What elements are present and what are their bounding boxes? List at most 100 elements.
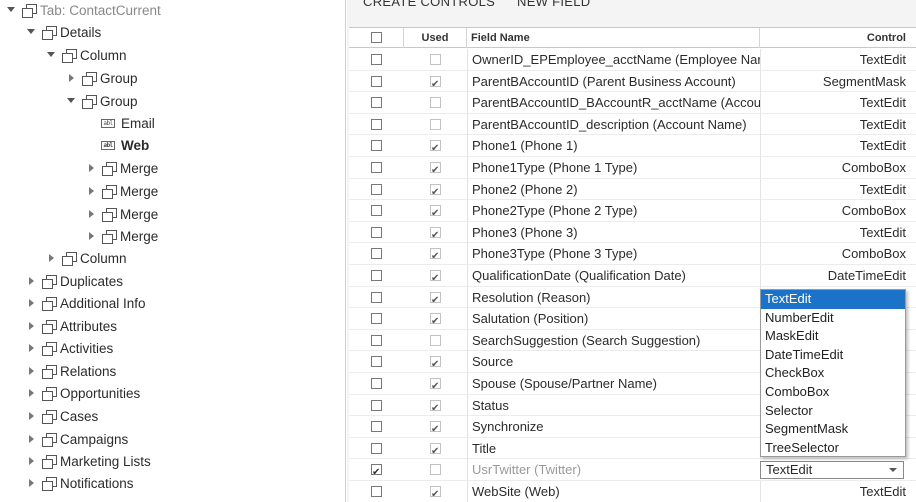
table-row[interactable]: Phone2 (Phone 2)TextEdit (349, 178, 916, 201)
caret-right-icon[interactable] (26, 366, 36, 376)
select-all-checkbox[interactable] (371, 32, 382, 43)
caret-right-icon[interactable] (26, 411, 36, 421)
row-select-checkbox[interactable] (371, 118, 382, 130)
row-select-checkbox[interactable] (371, 248, 382, 260)
tree-node[interactable]: Notifications (26, 473, 134, 493)
table-row[interactable]: ParentBAccountID_description (Account Na… (349, 113, 916, 136)
control-cell[interactable]: ComboBox (760, 243, 916, 265)
tree-node[interactable]: Additional Info (26, 293, 146, 313)
caret-right-icon[interactable] (26, 343, 36, 353)
row-select-checkbox[interactable] (371, 334, 382, 346)
dropdown-option[interactable]: SegmentMask (761, 420, 905, 439)
dropdown-option[interactable]: TreeSelector (761, 439, 905, 458)
tree-node[interactable]: Merge (86, 181, 158, 201)
row-select-checkbox[interactable] (371, 140, 382, 152)
control-cell[interactable]: TextEdit (760, 481, 916, 502)
row-select-checkbox[interactable] (371, 462, 382, 480)
control-cell[interactable]: ComboBox (760, 200, 916, 222)
table-row[interactable]: ParentBAccountID (Parent Business Accoun… (349, 70, 916, 93)
dropdown-option[interactable]: ComboBox (761, 383, 905, 402)
dropdown-option[interactable]: DateTimeEdit (761, 346, 905, 365)
dropdown-option[interactable]: TextEdit (761, 290, 905, 309)
tree-node[interactable]: Group (66, 91, 138, 111)
tree-node[interactable]: Cases (26, 406, 98, 426)
row-select-checkbox[interactable] (371, 162, 382, 173)
caret-right-icon[interactable] (86, 163, 96, 173)
caret-right-icon[interactable] (66, 73, 76, 83)
tree-node[interactable]: Campaigns (26, 429, 128, 449)
control-cell[interactable]: TextEdit (760, 135, 916, 157)
table-row[interactable]: Phone1Type (Phone 1 Type)ComboBox (349, 157, 916, 179)
control-cell[interactable]: TextEdit (760, 92, 916, 114)
control-cell[interactable]: ComboBox (760, 157, 916, 178)
tree-node[interactable]: Merge (86, 204, 158, 224)
row-select-checkbox[interactable] (371, 399, 382, 411)
table-row[interactable]: QualificationDate (Qualification Date)Da… (349, 265, 916, 287)
caret-right-icon[interactable] (86, 186, 96, 196)
table-row[interactable]: Phone3Type (Phone 3 Type)ComboBox (349, 243, 916, 265)
row-select-checkbox[interactable] (371, 378, 382, 389)
caret-right-icon[interactable] (26, 298, 36, 308)
control-cell[interactable]: SegmentMask (760, 70, 916, 92)
table-row[interactable]: Phone2Type (Phone 2 Type)ComboBox (349, 200, 916, 222)
row-select-checkbox[interactable] (371, 421, 382, 433)
dropdown-option[interactable]: MaskEdit (761, 327, 905, 346)
row-select-checkbox[interactable] (371, 54, 382, 65)
tree-node[interactable]: Column (46, 248, 127, 268)
tree-node[interactable]: abl Web (85, 135, 149, 155)
row-select-checkbox[interactable] (371, 226, 382, 238)
tree-node[interactable]: Relations (26, 361, 116, 381)
table-row[interactable]: WebSite (Web)TextEdit (349, 481, 916, 502)
row-select-checkbox[interactable] (371, 442, 382, 454)
caret-right-icon[interactable] (26, 321, 36, 331)
row-select-checkbox[interactable] (371, 356, 382, 368)
tree-node[interactable]: Merge (86, 226, 158, 246)
caret-right-icon[interactable] (26, 388, 36, 398)
tree-node[interactable]: Opportunities (26, 383, 140, 403)
caret-down-icon[interactable] (46, 50, 56, 60)
tree-node[interactable]: Details (26, 22, 101, 42)
table-row[interactable]: UsrTwitter (Twitter) TextEdit (349, 459, 916, 481)
caret-down-icon[interactable] (66, 96, 76, 106)
row-select-checkbox[interactable] (371, 183, 382, 195)
row-select-checkbox[interactable] (371, 205, 382, 217)
caret-right-icon[interactable] (26, 276, 36, 286)
dropdown-option[interactable]: NumberEdit (761, 309, 905, 328)
control-type-select[interactable]: TextEdit (760, 461, 904, 480)
tree-node[interactable]: Marketing Lists (26, 451, 151, 471)
table-row[interactable]: ParentBAccountID_BAccountR_acctName (Acc… (349, 92, 916, 114)
tree-node[interactable]: Column (46, 45, 127, 65)
caret-right-icon[interactable] (26, 434, 36, 444)
row-select-checkbox[interactable] (371, 486, 382, 497)
dropdown-option[interactable]: CheckBox (761, 364, 905, 383)
control-cell[interactable]: TextEdit (760, 178, 916, 200)
caret-right-icon[interactable] (46, 253, 56, 263)
row-select-checkbox[interactable] (371, 313, 382, 325)
table-row[interactable]: OwnerID_EPEmployee_acctName (Employee Na… (349, 49, 916, 71)
caret-down-icon[interactable] (26, 27, 36, 37)
new-field-button[interactable]: NEW FIELD (517, 0, 590, 9)
tree-node[interactable]: Attributes (26, 316, 117, 336)
caret-right-icon[interactable] (26, 456, 36, 466)
row-select-checkbox[interactable] (371, 75, 382, 87)
control-header[interactable]: Control (760, 28, 916, 48)
caret-right-icon[interactable] (86, 231, 96, 241)
table-row[interactable]: Phone1 (Phone 1)TextEdit (349, 135, 916, 157)
field-name-header[interactable]: Field Name (467, 28, 760, 48)
used-header[interactable]: Used (404, 28, 467, 48)
control-cell[interactable]: TextEdit (760, 49, 916, 70)
tree-node[interactable]: Activities (26, 338, 113, 358)
control-cell[interactable]: TextEdit (760, 113, 916, 135)
table-row[interactable]: Phone3 (Phone 3)TextEdit (349, 221, 916, 244)
chevron-down-icon[interactable] (889, 468, 897, 473)
row-select-checkbox[interactable] (371, 270, 382, 281)
caret-right-icon[interactable] (86, 209, 96, 219)
caret-down-icon[interactable] (6, 5, 16, 15)
tree-node[interactable]: abl Email (85, 113, 155, 133)
create-controls-button[interactable]: CREATE CONTROLS (363, 0, 495, 9)
row-select-checkbox[interactable] (371, 291, 382, 303)
tree-node[interactable]: Duplicates (26, 271, 123, 291)
control-cell[interactable]: DateTimeEdit (760, 265, 916, 286)
tree-node[interactable]: Merge (86, 158, 158, 178)
control-cell[interactable]: TextEdit (760, 221, 916, 243)
